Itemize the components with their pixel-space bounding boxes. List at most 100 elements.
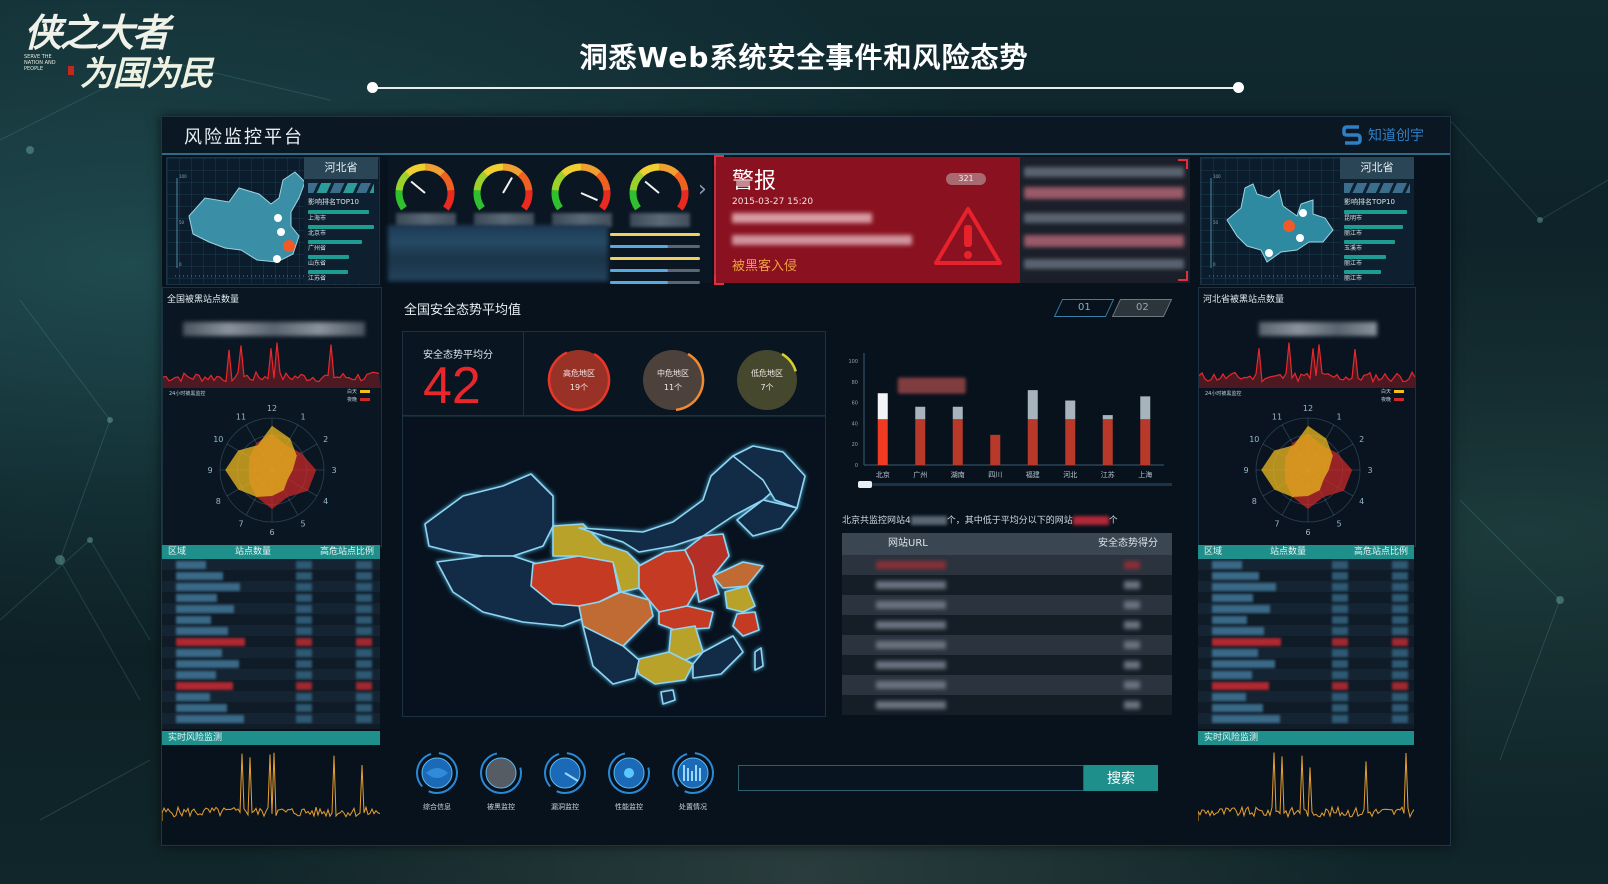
radar-hour-label: 3 xyxy=(331,466,336,475)
table-row[interactable] xyxy=(162,570,380,581)
table-row[interactable] xyxy=(1198,625,1414,636)
url-score-table[interactable]: 网站URL 安全态势得分 xyxy=(842,533,1172,717)
gauge-dial xyxy=(395,163,455,211)
table-row[interactable] xyxy=(1198,614,1414,625)
alert-card[interactable]: 警报 321 2015-03-27 15:20 被黑客入侵 xyxy=(714,155,1022,285)
average-score: 42 xyxy=(423,357,481,415)
nav-perf-monitor[interactable]: 性能监控 xyxy=(606,751,652,812)
bar-extra xyxy=(1027,390,1038,420)
table-row[interactable] xyxy=(162,614,380,625)
china-risk-map[interactable] xyxy=(402,415,826,717)
right-region-table[interactable] xyxy=(1198,559,1414,729)
gauge-next-arrow[interactable]: › xyxy=(698,177,707,202)
table-row[interactable] xyxy=(162,647,380,658)
radar-hour-label: 2 xyxy=(1359,435,1364,444)
risk-region-2[interactable]: 低危地区 7个 xyxy=(735,348,799,412)
blurred-cell xyxy=(176,637,245,646)
nav-hack-monitor[interactable]: 被黑监控 xyxy=(478,751,524,812)
title-underline xyxy=(372,87,1238,89)
radar-hour-label: 7 xyxy=(1274,520,1279,529)
table-row[interactable] xyxy=(1198,603,1414,614)
risk-region-1[interactable]: 中危地区 11个 xyxy=(641,348,705,412)
axis-tick: 50 xyxy=(179,220,185,225)
progress-fill xyxy=(610,281,668,284)
sparkline-area xyxy=(163,342,381,388)
radar-hour-label: 10 xyxy=(213,435,223,444)
table-row[interactable] xyxy=(1198,570,1414,581)
table-row[interactable] xyxy=(162,559,380,570)
col-security-score: 安全态势得分 xyxy=(1098,538,1158,549)
table-row[interactable] xyxy=(162,625,380,636)
blurred-cell xyxy=(1332,670,1348,679)
blurred-cell xyxy=(1332,626,1348,635)
blurred-cell xyxy=(1392,681,1408,690)
right-realtime-header: 实时风险监测 xyxy=(1198,731,1414,745)
table-row[interactable] xyxy=(1198,713,1414,724)
ranking-bar xyxy=(308,255,349,259)
blurred-cell xyxy=(1212,582,1276,591)
nav-overview[interactable]: 综合信息 xyxy=(414,751,460,812)
alert-list[interactable] xyxy=(1020,157,1190,283)
chart-tab-01[interactable]: 01 xyxy=(1053,299,1115,317)
table-row[interactable] xyxy=(162,592,380,603)
ranking-stripes xyxy=(1344,183,1410,193)
table-row[interactable] xyxy=(162,581,380,592)
blurred-count xyxy=(1072,516,1109,525)
risk-region-0[interactable]: 高危地区 19个 xyxy=(547,348,611,412)
chart-range-slider[interactable] xyxy=(858,481,1172,488)
nav-disposal[interactable]: 处置情况 xyxy=(670,751,716,812)
table-row[interactable] xyxy=(1198,559,1414,570)
table-row[interactable] xyxy=(162,702,380,713)
progress-fill xyxy=(610,257,700,260)
url-table-row[interactable] xyxy=(842,635,1172,655)
right-ranking-panel: 河北省 影响排名TOP10 昆明市 丽江市 玉溪市 丽江市 丽江市 xyxy=(1340,157,1414,283)
table-row[interactable] xyxy=(162,691,380,702)
table-row[interactable] xyxy=(1198,581,1414,592)
search-button[interactable]: 搜索 xyxy=(1084,765,1158,791)
table-row[interactable] xyxy=(1198,647,1414,658)
bar-base xyxy=(915,419,926,465)
left-region-table[interactable] xyxy=(162,559,380,729)
table-row[interactable] xyxy=(162,603,380,614)
table-row[interactable] xyxy=(162,658,380,669)
table-row[interactable] xyxy=(1198,658,1414,669)
url-table-row[interactable] xyxy=(842,615,1172,635)
alert-type: 被黑客入侵 xyxy=(732,259,798,274)
slider-thumb[interactable] xyxy=(858,481,872,488)
nav-label: 性能监控 xyxy=(615,803,643,811)
url-table-row[interactable] xyxy=(842,655,1172,675)
blurred-cell xyxy=(176,681,233,690)
blurred-cell xyxy=(296,714,312,723)
chart-tab-02[interactable]: 02 xyxy=(1111,299,1173,317)
nav-vuln-monitor[interactable]: 漏洞监控 xyxy=(542,751,588,812)
realtime-line xyxy=(1198,752,1414,821)
table-row[interactable] xyxy=(162,636,380,647)
legend-swatch xyxy=(1394,398,1405,401)
table-row[interactable] xyxy=(162,669,380,680)
table-row[interactable] xyxy=(1198,636,1414,647)
blurred-cell xyxy=(1392,670,1408,679)
table-row[interactable] xyxy=(1198,592,1414,603)
nav-label: 处置情况 xyxy=(679,803,707,811)
blurred-cell xyxy=(176,571,223,580)
blurred-cell xyxy=(176,604,234,613)
blurred-cell xyxy=(356,604,372,613)
url-table-row[interactable] xyxy=(842,555,1172,575)
nav-label: 被黑监控 xyxy=(487,803,515,811)
radar-hour-label: 5 xyxy=(1336,520,1341,529)
table-row[interactable] xyxy=(1198,691,1414,702)
table-row[interactable] xyxy=(1198,680,1414,691)
gauge xyxy=(470,161,536,227)
radar-hour-label: 2 xyxy=(323,435,328,444)
gauge-dial xyxy=(473,163,533,211)
search-input[interactable] xyxy=(738,765,1084,791)
table-row[interactable] xyxy=(162,680,380,691)
bar-extra xyxy=(1102,415,1113,420)
url-table-row[interactable] xyxy=(842,675,1172,695)
url-table-row[interactable] xyxy=(842,695,1172,715)
url-table-row[interactable] xyxy=(842,575,1172,595)
table-row[interactable] xyxy=(162,713,380,724)
table-row[interactable] xyxy=(1198,669,1414,680)
url-table-row[interactable] xyxy=(842,595,1172,615)
table-row[interactable] xyxy=(1198,702,1414,713)
